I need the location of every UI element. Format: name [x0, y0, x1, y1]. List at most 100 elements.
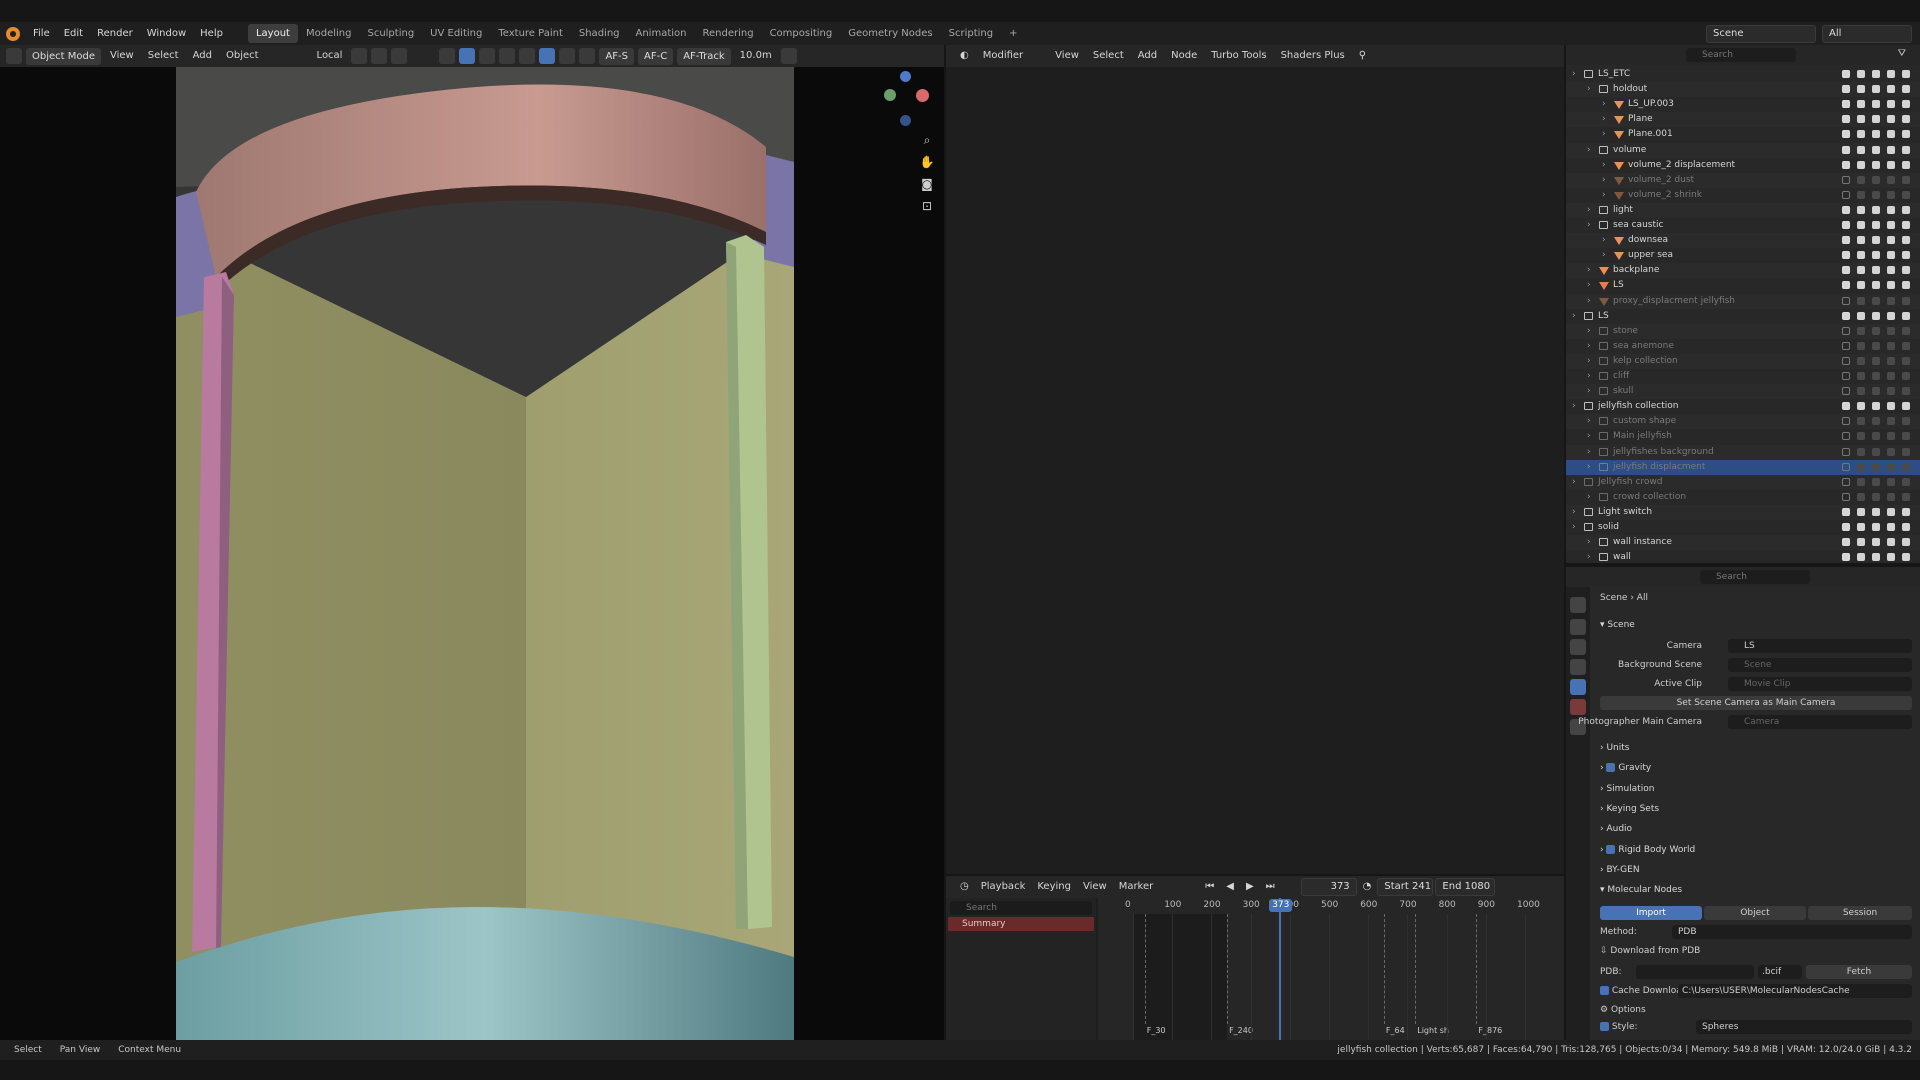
exclude-checkbox-icon[interactable]	[1842, 417, 1850, 426]
select-toggle-icon[interactable]	[1857, 145, 1865, 154]
timeline-marker[interactable]: F_876	[1478, 1026, 1502, 1035]
render-toggle-icon[interactable]	[1902, 387, 1910, 396]
active-clip-field[interactable]: Movie Clip	[1728, 677, 1912, 691]
expand-arrow-icon[interactable]: ›	[1602, 188, 1606, 203]
tab-compositing[interactable]: Compositing	[762, 24, 841, 43]
viewport-toggle-icon[interactable]	[1887, 160, 1895, 169]
exclude-checkbox-icon[interactable]	[1842, 462, 1850, 471]
outliner-row[interactable]: › proxy_displacment jellyfish	[1566, 293, 1920, 309]
eye-icon[interactable]	[1872, 387, 1880, 396]
viewport-toggle-icon[interactable]	[1887, 477, 1895, 486]
select-toggle-icon[interactable]	[1857, 130, 1865, 139]
timeline-marker[interactable]: F_30	[1147, 1026, 1166, 1035]
node-menu-view[interactable]: View	[1049, 47, 1085, 65]
select-toggle-icon[interactable]	[1857, 115, 1865, 124]
expand-arrow-icon[interactable]: ›	[1587, 294, 1591, 309]
render-toggle-icon[interactable]	[1902, 236, 1910, 245]
overlay-icon[interactable]	[479, 48, 496, 64]
outliner-row[interactable]: › wall instance	[1566, 535, 1920, 551]
mode-dropdown[interactable]: Object Mode	[26, 47, 101, 65]
eye-icon[interactable]	[1872, 251, 1880, 260]
timeline-menu-marker[interactable]: Marker	[1113, 878, 1160, 896]
select-toggle-icon[interactable]	[1857, 190, 1865, 199]
camera-focus-icon[interactable]	[780, 48, 797, 64]
render-toggle-icon[interactable]	[1902, 326, 1910, 335]
timeline-menu-keying[interactable]: Keying	[1031, 878, 1077, 896]
render-toggle-icon[interactable]	[1902, 417, 1910, 426]
outliner-row[interactable]: › jellyfishes background	[1566, 444, 1920, 460]
expand-arrow-icon[interactable]: ›	[1587, 414, 1591, 429]
expand-arrow-icon[interactable]: ›	[1587, 490, 1591, 505]
outliner-row[interactable]: › sea anemone	[1566, 339, 1920, 354]
eye-icon[interactable]	[1872, 160, 1880, 169]
select-toggle-icon[interactable]	[1857, 432, 1865, 441]
end-frame-field[interactable]: End 1080	[1435, 878, 1496, 896]
render-toggle-icon[interactable]	[1902, 477, 1910, 486]
format-dropdown[interactable]: .bcif	[1758, 965, 1802, 979]
exclude-checkbox-icon[interactable]	[1842, 221, 1850, 229]
select-toggle-icon[interactable]	[1857, 266, 1865, 275]
solid-shading-icon[interactable]	[539, 48, 556, 64]
photographer-camera-field[interactable]: Camera	[1728, 715, 1912, 729]
render-toggle-icon[interactable]	[1902, 341, 1910, 350]
select-toggle-icon[interactable]	[1857, 236, 1865, 245]
exclude-checkbox-icon[interactable]	[1842, 447, 1850, 456]
render-toggle-icon[interactable]	[1902, 553, 1910, 562]
outliner-row[interactable]: › custom shape	[1566, 414, 1920, 430]
visibility-icon[interactable]	[439, 48, 456, 64]
camera-field[interactable]: LS	[1728, 639, 1912, 653]
outliner-row[interactable]: › Plane.001	[1566, 127, 1920, 142]
eye-icon[interactable]	[1872, 115, 1880, 124]
render-toggle-icon[interactable]	[1902, 492, 1910, 501]
tab-animation[interactable]: Animation	[628, 24, 695, 43]
camera-icon[interactable]: ◙	[918, 175, 936, 193]
node-editor-type-icon[interactable]: ◐	[954, 47, 975, 65]
viewport-menu-add[interactable]: Add	[188, 47, 217, 65]
viewport-toggle-icon[interactable]	[1887, 100, 1895, 109]
outliner-row[interactable]: › solid	[1566, 520, 1920, 535]
viewport-toggle-icon[interactable]	[1887, 115, 1895, 124]
viewport-toggle-icon[interactable]	[1887, 387, 1895, 396]
gizmo-y-axis[interactable]	[884, 89, 896, 101]
gravity-checkbox[interactable]	[1606, 763, 1616, 772]
rigid-body-checkbox[interactable]	[1606, 845, 1616, 854]
select-toggle-icon[interactable]	[1857, 492, 1865, 501]
expand-arrow-icon[interactable]: ›	[1587, 535, 1591, 550]
eye-icon[interactable]	[1872, 85, 1880, 94]
af-s-button[interactable]: AF-S	[599, 47, 635, 65]
viewport-toggle-icon[interactable]	[1887, 432, 1895, 441]
proportional-edit-icon[interactable]	[391, 48, 408, 64]
lock-icon[interactable]: ⊡	[918, 197, 936, 215]
render-tab-icon[interactable]	[1570, 619, 1586, 635]
fetch-button[interactable]: Fetch	[1806, 965, 1912, 979]
transform-orientation-dropdown[interactable]: Local	[312, 47, 348, 65]
menu-file[interactable]: File	[26, 22, 57, 45]
viewport-toggle-icon[interactable]	[1887, 553, 1895, 562]
exclude-checkbox-icon[interactable]	[1842, 311, 1850, 320]
tab-layout[interactable]: Layout	[247, 24, 298, 43]
eye-icon[interactable]	[1872, 281, 1880, 290]
focus-distance[interactable]: 10.0m	[735, 47, 777, 65]
outliner-row[interactable]: › wall	[1566, 550, 1920, 563]
timeline-search-input[interactable]: Search	[950, 901, 1092, 915]
outliner-row[interactable]: › LS	[1566, 278, 1920, 293]
viewport-toggle-icon[interactable]	[1887, 221, 1895, 229]
expand-arrow-icon[interactable]: ›	[1572, 67, 1576, 82]
eye-icon[interactable]	[1872, 492, 1880, 501]
gravity-panel[interactable]: › Gravity	[1600, 763, 1651, 773]
pivot-icon[interactable]	[351, 48, 368, 64]
select-toggle-icon[interactable]	[1857, 356, 1865, 365]
expand-arrow-icon[interactable]: ›	[1602, 112, 1606, 127]
node-editor-canvas[interactable]	[946, 67, 1564, 874]
af-track-button[interactable]: AF-Track	[677, 47, 731, 65]
viewport-toggle-icon[interactable]	[1887, 296, 1895, 305]
playhead[interactable]	[1279, 898, 1282, 1040]
viewport-toggle-icon[interactable]	[1887, 175, 1895, 184]
scene-tab-icon[interactable]	[1570, 679, 1586, 695]
expand-arrow-icon[interactable]: ›	[1572, 475, 1576, 490]
keying-sets-panel[interactable]: › Keying Sets	[1600, 804, 1659, 814]
tab-rendering[interactable]: Rendering	[694, 24, 761, 43]
viewport-toggle-icon[interactable]	[1887, 205, 1895, 214]
pdb-input[interactable]	[1636, 965, 1754, 979]
select-toggle-icon[interactable]	[1857, 326, 1865, 335]
